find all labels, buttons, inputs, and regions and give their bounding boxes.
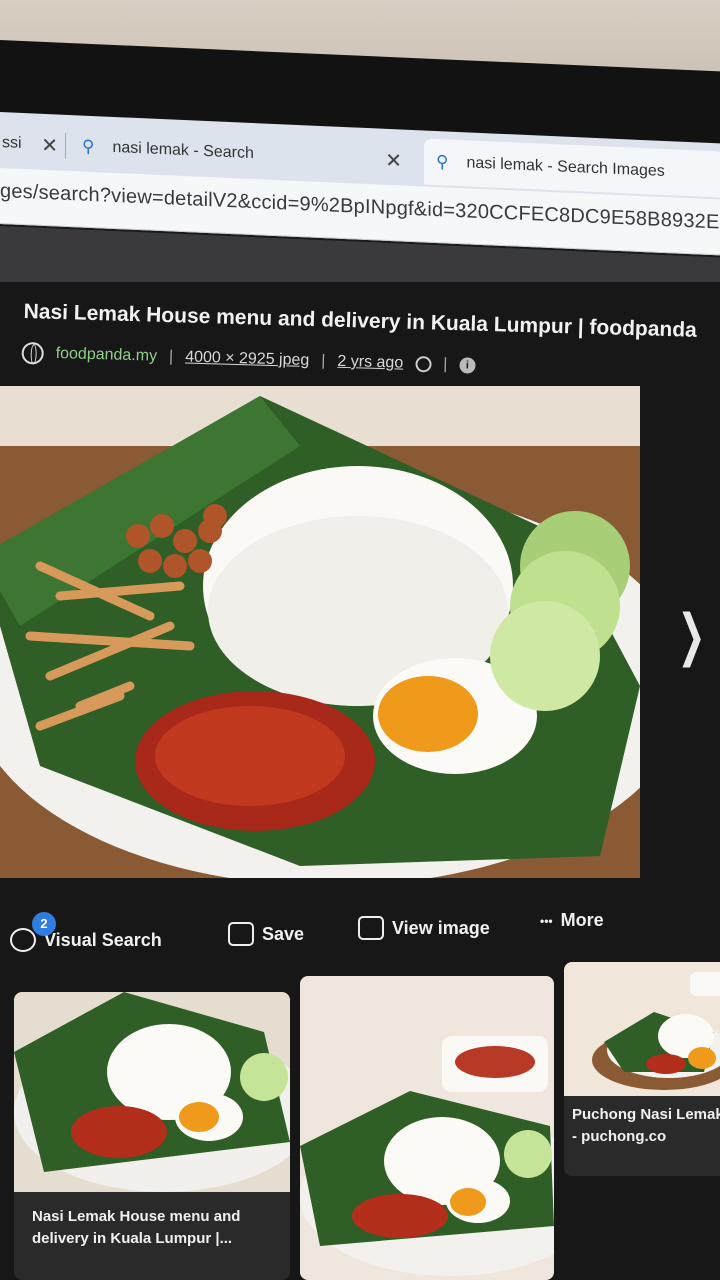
image-meta: foodpanda.my | 4000 × 2925 jpeg | 2 yrs … — [21, 342, 476, 377]
save-label: Save — [262, 923, 305, 944]
visual-search-badge: 2 — [32, 912, 56, 936]
chevron-right-icon[interactable]: ❯ — [677, 602, 705, 668]
nasi-lemak-photo — [0, 386, 640, 878]
thumb-photo — [564, 962, 720, 1096]
tab-previous[interactable]: ssi ✕ — [0, 120, 66, 169]
save-icon — [228, 922, 254, 946]
action-bar: 2 Visual Search Save View image ••• More — [0, 908, 720, 968]
close-icon[interactable]: ✕ — [385, 147, 402, 173]
thumb-photo — [300, 976, 554, 1280]
related-caption-line: Puchong Nasi Lemak — [572, 1106, 720, 1123]
view-image-label: View image — [392, 917, 490, 938]
tab-label: nasi lemak - Search — [112, 138, 254, 163]
tab-label: nasi lemak - Search Images — [466, 154, 665, 181]
tab-divider — [65, 132, 66, 159]
related-caption: Nasi Lemak House menu and delivery in Ku… — [32, 1206, 240, 1250]
image-age[interactable]: 2 yrs ago — [337, 353, 403, 373]
visual-search-button[interactable]: 2 Visual Search — [10, 912, 162, 952]
related-image-card[interactable]: Puchong Nasi Lemak - puchong.co — [564, 962, 720, 1176]
clock-icon — [414, 355, 432, 373]
meta-separator: | — [168, 348, 174, 366]
related-caption-line: Nasi Lemak House menu and — [32, 1208, 241, 1225]
search-icon: ⚲ — [82, 136, 95, 157]
more-button[interactable]: ••• More — [540, 910, 604, 931]
main-image[interactable] — [0, 386, 640, 878]
image-title[interactable]: Nasi Lemak House menu and delivery in Ku… — [23, 300, 697, 343]
tab-label: ssi — [2, 134, 22, 152]
info-icon[interactable]: i — [459, 357, 476, 374]
view-image-button[interactable]: View image — [358, 916, 490, 940]
related-caption-line: delivery in Kuala Lumpur |... — [32, 1230, 233, 1247]
visual-search-label: Visual Search — [44, 929, 162, 950]
related-images: Nasi Lemak House menu and delivery in Ku… — [0, 962, 720, 1280]
related-caption-line: - puchong.co — [572, 1128, 667, 1145]
meta-separator: | — [321, 352, 326, 370]
related-image-card[interactable] — [300, 976, 554, 1280]
more-dots-icon: ••• — [540, 913, 553, 928]
globe-icon — [21, 342, 44, 365]
save-button[interactable]: Save — [228, 922, 304, 946]
more-label: More — [560, 910, 604, 930]
source-link[interactable]: foodpanda.my — [55, 345, 157, 366]
close-icon[interactable]: ✕ — [41, 132, 58, 158]
thumb-photo — [14, 992, 290, 1192]
search-icon: ⚲ — [436, 152, 449, 172]
meta-separator: | — [442, 355, 448, 373]
view-image-icon — [358, 916, 384, 940]
image-detail-panel: Nasi Lemak House menu and delivery in Ku… — [0, 282, 720, 1280]
related-caption: Puchong Nasi Lemak - puchong.co — [572, 1104, 720, 1148]
related-image-card[interactable]: Nasi Lemak House menu and delivery in Ku… — [14, 992, 290, 1280]
image-dimensions[interactable]: 4000 × 2925 jpeg — [185, 349, 310, 370]
visual-search-icon — [10, 928, 36, 952]
